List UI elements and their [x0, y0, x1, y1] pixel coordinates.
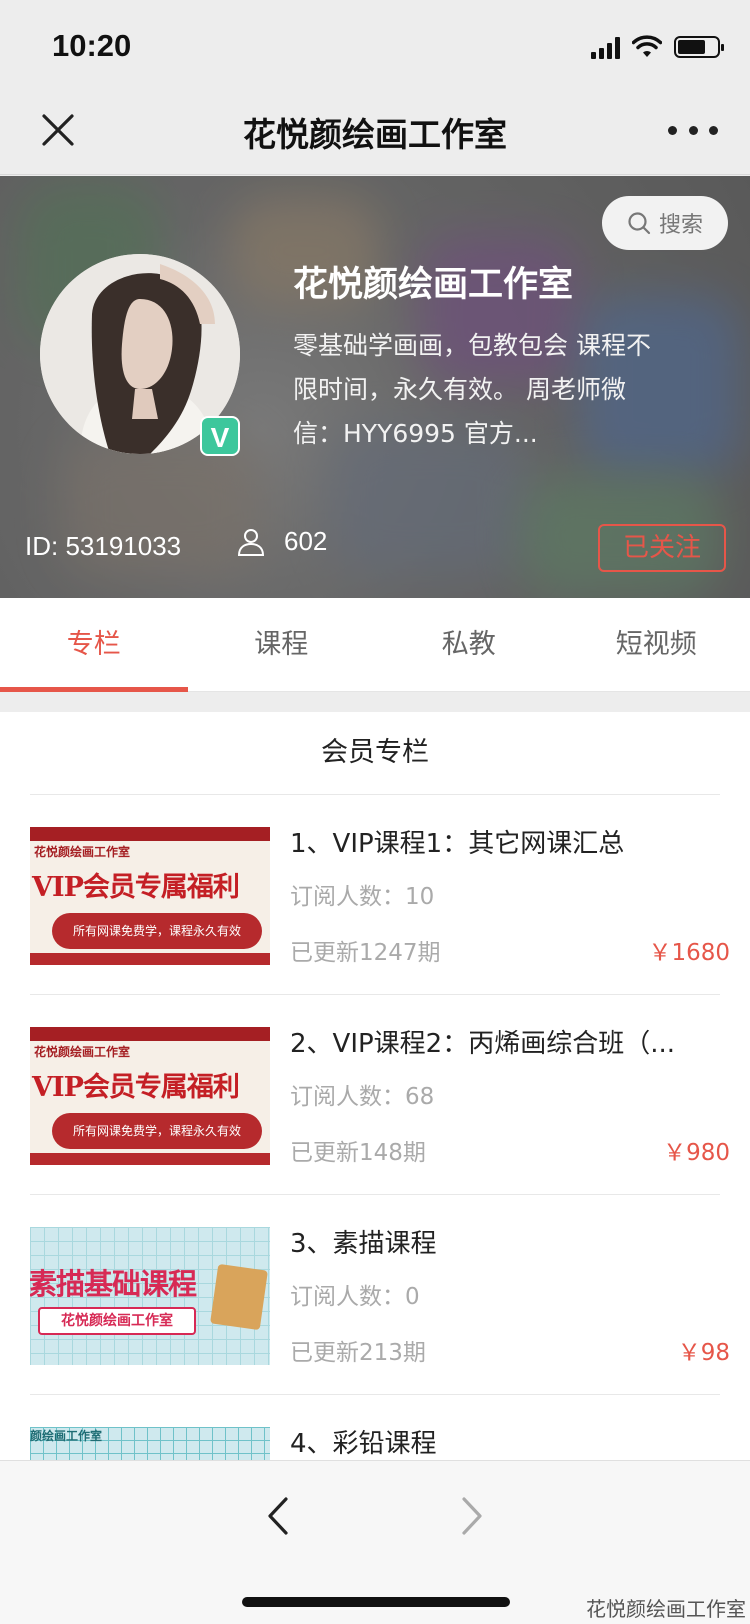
course-updated: 已更新213期: [290, 1340, 426, 1366]
course-subscribers: 订阅人数：10: [290, 884, 435, 910]
course-thumbnail: 颜绘画工作室: [30, 1427, 270, 1460]
battery-icon: [674, 36, 724, 58]
forward-arrow-icon[interactable]: [452, 1491, 492, 1541]
status-icons: [591, 32, 724, 62]
browser-bottom-bar: 花悦颜绘画工作室: [0, 1460, 750, 1624]
profile-header: 搜索 V 花悦颜绘画工作室 零基础学画画，包教包会 课程不限时间，永久有效。 周…: [0, 176, 750, 598]
course-updated: 已更新148期: [290, 1140, 426, 1166]
page-title: 花悦颜绘画工作室: [243, 115, 507, 154]
status-time: 10:20: [52, 28, 132, 63]
course-price: ￥1680: [648, 940, 730, 966]
verified-badge: V: [200, 416, 240, 456]
course-subscribers: 订阅人数：0: [290, 1284, 420, 1310]
course-item[interactable]: 素描基础课程 花悦颜绘画工作室 3、素描课程 订阅人数：0 已更新213期 ￥9…: [30, 1195, 730, 1395]
member-columns-section: 会员专栏 花悦颜绘画工作室 VIP会员专属福利 所有网课免费学，课程永久有效 1…: [0, 712, 750, 1460]
course-item[interactable]: 颜绘画工作室 4、彩铅课程: [30, 1395, 720, 1460]
course-price: ￥980: [663, 1140, 730, 1166]
follower-number: 602: [284, 526, 328, 556]
course-item[interactable]: 花悦颜绘画工作室 VIP会员专属福利 所有网课免费学，课程永久有效 2、VIP课…: [30, 995, 730, 1195]
profile-id: ID: 53191033: [25, 531, 182, 561]
search-icon: [628, 212, 651, 235]
follow-button[interactable]: 已关注: [598, 524, 726, 572]
course-thumbnail: 花悦颜绘画工作室 VIP会员专属福利 所有网课免费学，课程永久有效: [30, 827, 270, 965]
signal-icon: [591, 35, 620, 59]
tab-bar: 专栏 课程 私教 短视频: [0, 598, 750, 692]
course-thumbnail: 花悦颜绘画工作室 VIP会员专属福利 所有网课免费学，课程永久有效: [30, 1027, 270, 1165]
course-item[interactable]: 花悦颜绘画工作室 VIP会员专属福利 所有网课免费学，课程永久有效 1、VIP课…: [30, 795, 730, 995]
tab-courses[interactable]: 课程: [188, 598, 376, 691]
course-subscribers: 订阅人数：68: [290, 1084, 435, 1110]
profile-name: 花悦颜绘画工作室: [293, 265, 574, 305]
course-thumbnail: 素描基础课程 花悦颜绘画工作室: [30, 1227, 270, 1365]
home-indicator: [242, 1597, 510, 1607]
tab-private-lessons[interactable]: 私教: [375, 598, 563, 691]
course-title: 3、素描课程: [290, 1229, 437, 1259]
wifi-icon: [632, 35, 662, 57]
watermark-text: 花悦颜绘画工作室: [586, 1597, 746, 1621]
course-title: 1、VIP课程1：其它网课汇总: [290, 829, 625, 859]
course-updated: 已更新1247期: [290, 940, 441, 966]
status-bar: 10:20: [0, 0, 750, 90]
back-arrow-icon[interactable]: [258, 1491, 298, 1541]
more-icon[interactable]: [668, 120, 718, 140]
course-title: 2、VIP课程2：丙烯画综合班（...: [290, 1029, 676, 1059]
course-price: ￥98: [677, 1340, 730, 1366]
course-title: 4、彩铅课程: [290, 1429, 437, 1459]
user-icon: [237, 528, 265, 556]
nav-bar: 花悦颜绘画工作室: [0, 90, 750, 175]
tab-columns[interactable]: 专栏: [0, 598, 188, 692]
search-label: 搜索: [658, 213, 703, 238]
tab-short-videos[interactable]: 短视频: [563, 598, 750, 691]
profile-description[interactable]: 零基础学画画，包教包会 课程不限时间，永久有效。 周老师微信：HYY6995 官…: [293, 324, 653, 456]
search-button[interactable]: 搜索: [602, 196, 728, 250]
follower-count: 602: [236, 526, 327, 557]
section-title: 会员专栏: [30, 712, 720, 795]
